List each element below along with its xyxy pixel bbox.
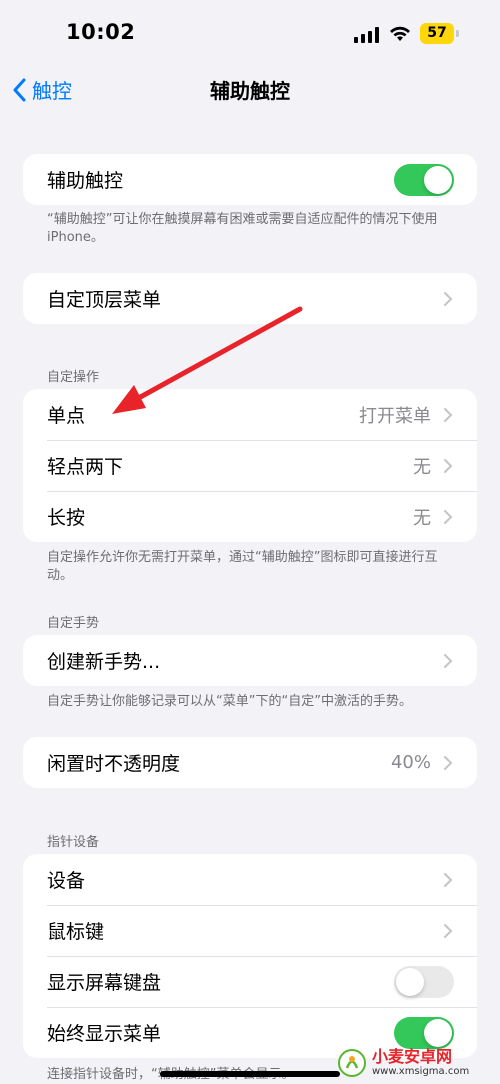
custom-actions-group: 单点 打开菜单 轻点两下 无 长按 无: [23, 389, 477, 542]
custom-actions-footer: 自定操作允许你无需打开菜单，通过“辅助触控”图标即可直接进行互动。: [47, 550, 438, 583]
back-label: 触控: [32, 79, 72, 103]
mouse-keys-row[interactable]: 鼠标键: [23, 905, 477, 956]
create-gesture-label: 创建新手势...: [47, 651, 161, 673]
custom-actions-header: 自定操作: [47, 370, 100, 385]
mouse-keys-label: 鼠标键: [47, 921, 105, 943]
watermark-url: www.xmsigma.com: [372, 1066, 470, 1077]
chevron-right-icon: [444, 923, 453, 938]
home-indicator[interactable]: [160, 1071, 340, 1077]
single-tap-value: 打开菜单: [359, 405, 431, 427]
chevron-right-icon: [444, 509, 453, 524]
show-keyboard-toggle[interactable]: [394, 966, 454, 998]
show-keyboard-row: 显示屏幕键盘: [23, 956, 477, 1007]
double-tap-value: 无: [413, 456, 431, 478]
create-gesture-row[interactable]: 创建新手势...: [23, 635, 477, 686]
devices-label: 设备: [47, 870, 86, 892]
chevron-right-icon: [444, 291, 453, 306]
assistive-touch-row: 辅助触控: [23, 154, 477, 205]
long-press-label: 长按: [47, 507, 86, 529]
long-press-row[interactable]: 长按 无: [23, 491, 477, 542]
devices-row[interactable]: 设备: [23, 854, 477, 905]
custom-gestures-footer: 自定手势让你能够记录可以从“菜单”下的“自定”中激活的手势。: [47, 694, 412, 709]
double-tap-row[interactable]: 轻点两下 无: [23, 440, 477, 491]
status-time: 10:02: [66, 20, 136, 44]
chevron-right-icon: [444, 407, 453, 422]
cellular-signal-icon: [354, 27, 380, 43]
customize-top-menu-row[interactable]: 自定顶层菜单: [23, 273, 477, 324]
single-tap-row[interactable]: 单点 打开菜单: [23, 389, 477, 440]
chevron-right-icon: [444, 653, 453, 668]
idle-opacity-group: 闲置时不透明度 40%: [23, 737, 477, 788]
chevron-right-icon: [444, 872, 453, 887]
battery-icon: 57: [420, 23, 454, 44]
status-bar: 10:02 57: [0, 0, 500, 66]
single-tap-label: 单点: [47, 405, 86, 427]
custom-gestures-group: 创建新手势...: [23, 635, 477, 686]
custom-gestures-header: 自定手势: [47, 616, 100, 631]
pointer-devices-header: 指针设备: [47, 835, 100, 850]
pointer-devices-group: 设备 鼠标键 显示屏幕键盘 始终显示菜单: [23, 854, 477, 1058]
chevron-right-icon: [444, 755, 453, 770]
wifi-icon: [390, 26, 410, 41]
idle-opacity-label: 闲置时不透明度: [47, 753, 181, 775]
navigation-bar: 辅助触控 触控: [0, 66, 500, 112]
watermark: 小麦安卓网 www.xmsigma.com: [338, 1044, 498, 1082]
assistive-touch-group: 辅助触控: [23, 154, 477, 205]
chevron-right-icon: [444, 458, 453, 473]
watermark-title: 小麦安卓网: [372, 1047, 453, 1066]
idle-opacity-row[interactable]: 闲置时不透明度 40%: [23, 737, 477, 788]
idle-opacity-value: 40%: [390, 752, 431, 773]
chevron-left-icon: [13, 78, 26, 101]
battery-level: 57: [427, 25, 447, 41]
battery-tip: [456, 30, 459, 37]
customize-top-menu-label: 自定顶层菜单: [47, 289, 162, 311]
long-press-value: 无: [413, 507, 431, 529]
assistive-touch-footer: “辅助触控”可让你在触摸屏幕有困难或需要自适应配件的情况下使用iPhone。: [47, 212, 438, 245]
page-title: 辅助触控: [210, 79, 290, 103]
double-tap-label: 轻点两下: [47, 456, 124, 478]
top-menu-group: 自定顶层菜单: [23, 273, 477, 324]
watermark-logo-icon: [338, 1049, 366, 1077]
back-button[interactable]: 触控: [12, 75, 72, 104]
assistive-touch-toggle[interactable]: [394, 164, 454, 196]
